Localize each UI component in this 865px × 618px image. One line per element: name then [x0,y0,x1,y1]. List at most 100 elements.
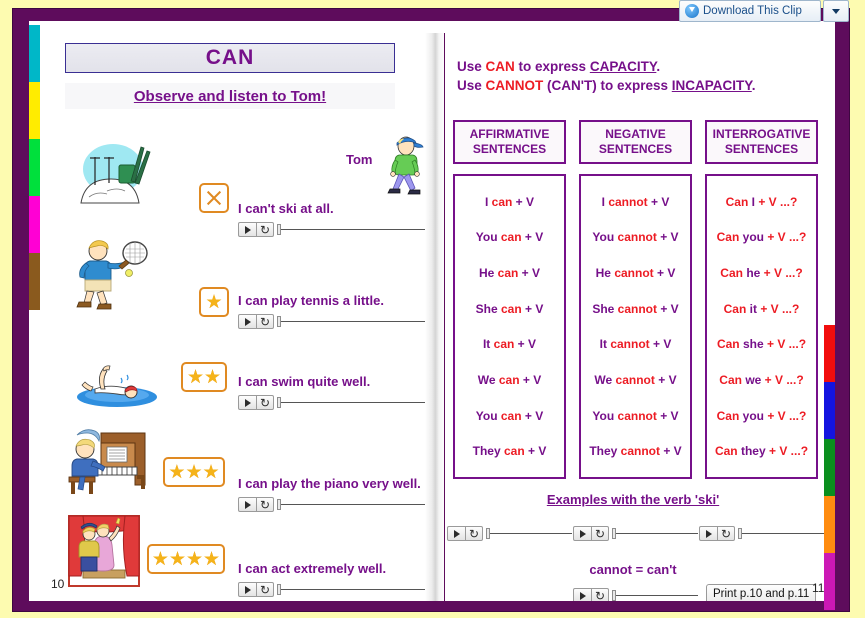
play-icon[interactable] [239,583,256,596]
examples-title: Examples with the verb 'ski' [546,492,720,507]
play-icon[interactable] [574,589,591,601]
color-tab[interactable] [824,553,835,610]
player-buttons[interactable]: ↻ [699,526,735,541]
player-buttons[interactable]: ↻ [238,222,274,237]
color-tab[interactable] [29,139,40,196]
book-pages: CAN Observe and listen to Tom! Tom I can… [29,21,835,601]
color-tab[interactable] [824,496,835,553]
player-buttons[interactable]: ↻ [573,526,609,541]
rating-box: ★ ★ [181,362,227,392]
modal-word: can [500,230,522,245]
intro-prefix-1: Use [457,59,486,74]
download-this-clip-button[interactable]: Download This Clip [679,0,821,22]
download-label: Download This Clip [703,5,802,17]
column-header-affirmative: AFFIRMATIVE SENTENCES [453,120,566,164]
modal-word: cannot [614,266,654,281]
character-label: Tom [346,152,373,167]
sentence-table: I can + V You can + V He can + V She can + … [453,174,818,479]
color-tab[interactable] [29,196,40,253]
print-button[interactable]: Print p.10 and p.11 [706,584,817,601]
color-tab[interactable] [29,253,40,310]
player-buttons[interactable]: ↻ [238,314,274,329]
rating-box: ★ ★ ★ [163,457,225,487]
page-title-box: CAN [65,43,395,73]
color-tab[interactable] [29,82,40,139]
play-icon[interactable] [239,315,256,328]
subject-word: you [742,230,764,245]
audio-player[interactable]: ↻ [699,526,824,541]
modal-word: Can [719,372,746,387]
replay-icon[interactable]: ↻ [256,223,273,236]
pattern-rest: + V [518,266,541,281]
subject-word: he [746,266,761,281]
play-icon[interactable] [574,527,591,540]
sentence-pattern: You can + V [476,409,543,423]
replay-icon[interactable]: ↻ [256,396,273,409]
pattern-rest: + V [519,372,542,387]
theatre-stage-icon [68,515,140,587]
column-header-interrogative: INTERROGATIVE SENTENCES [705,120,818,164]
play-icon[interactable] [239,223,256,236]
progress-slider[interactable] [612,528,698,539]
progress-slider[interactable] [612,590,698,601]
play-icon[interactable] [239,498,256,511]
swimmer-icon [77,365,157,407]
replay-icon[interactable]: ↻ [465,527,482,540]
star-icon: ★ [205,291,223,313]
download-clip-bar[interactable]: Download This Clip [679,0,849,22]
pattern-rest: + V [654,372,677,387]
subject-word: They [472,444,504,459]
play-icon[interactable] [700,527,717,540]
player-buttons[interactable]: ↻ [238,582,274,597]
player-buttons[interactable]: ↻ [573,588,609,601]
audio-player[interactable]: ↻ [573,588,698,601]
replay-icon[interactable]: ↻ [256,315,273,328]
play-icon[interactable] [239,396,256,409]
player-buttons[interactable]: ↻ [238,497,274,512]
slider-rail[interactable] [616,533,698,534]
intro-prefix-2: Use [457,78,486,93]
audio-player[interactable]: ↻ [447,526,572,541]
pattern-rest: + V ...? [760,266,803,281]
download-options-button[interactable] [823,0,849,22]
pattern-rest: + V [656,230,679,245]
modal-word: can [491,194,513,209]
color-tab[interactable] [824,325,835,382]
player-buttons[interactable]: ↻ [447,526,483,541]
replay-icon[interactable]: ↻ [717,527,734,540]
replay-icon[interactable]: ↻ [591,527,608,540]
color-tab[interactable] [824,382,835,439]
column-interrogative: Can I + V ...? Can you + V ...? Can he + V… [705,174,818,479]
replay-icon[interactable]: ↻ [256,583,273,596]
sentence-pattern: He cannot + V [596,266,676,280]
tennis-player-icon [76,240,148,310]
replay-icon[interactable]: ↻ [591,589,608,601]
slider-rail[interactable] [616,595,698,596]
exercise-sentence: I can swim quite well. [238,374,371,389]
audio-player[interactable]: ↻ [573,526,698,541]
pattern-rest: + V [649,337,672,352]
progress-slider[interactable] [738,528,824,539]
player-buttons[interactable]: ↻ [238,395,274,410]
play-icon[interactable] [448,527,465,540]
intro-middle-2: (CAN'T) to express [543,78,672,93]
subject-word: You [592,230,618,245]
color-tab[interactable] [29,25,40,82]
sentence-pattern: Can she + V ...? [717,337,806,351]
slider-rail[interactable] [490,533,572,534]
color-tab[interactable] [824,439,835,496]
replay-icon[interactable]: ↻ [256,498,273,511]
header-line-2: SENTENCES [472,142,547,156]
sentence-pattern: It cannot + V [600,337,672,351]
sentence-pattern: Can you + V ...? [717,230,807,244]
modal-word: can [503,444,525,459]
progress-slider[interactable] [486,528,572,539]
rating-box: ★ ★ ★ ★ [147,544,225,574]
modal-word: can [500,301,522,316]
intro-keyword-2: CANNOT [485,78,544,93]
sentence-pattern: I can + V [485,195,534,209]
subject-word: It [482,337,494,352]
slider-rail[interactable] [742,533,824,534]
modal-word: cannot [617,301,657,316]
pattern-rest: + V [514,337,537,352]
